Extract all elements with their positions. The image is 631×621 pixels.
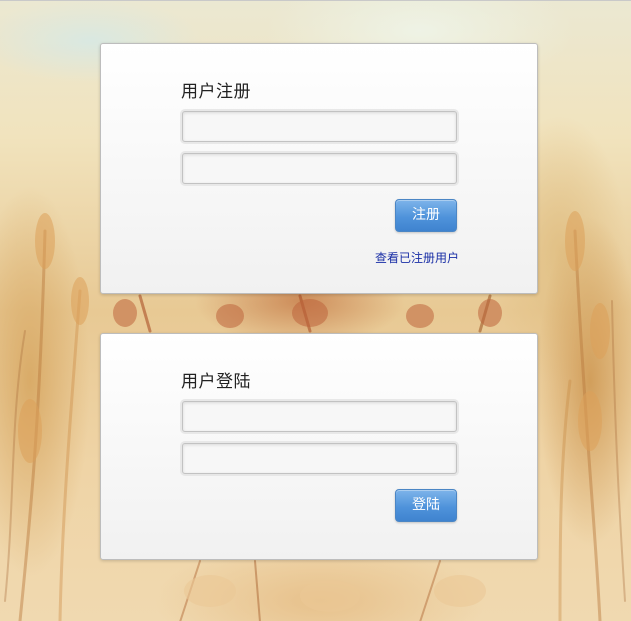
login-panel: 用户登陆 登陆 <box>100 333 538 560</box>
login-password-input[interactable] <box>182 443 457 474</box>
register-username-input[interactable] <box>182 111 457 142</box>
login-button[interactable]: 登陆 <box>395 489 457 522</box>
register-title: 用户注册 <box>181 82 251 102</box>
register-password-input[interactable] <box>182 153 457 184</box>
register-button[interactable]: 注册 <box>395 199 457 232</box>
login-title: 用户登陆 <box>181 372 251 392</box>
view-registered-users-link[interactable]: 查看已注册用户 <box>375 249 459 266</box>
page: 用户注册 注册 查看已注册用户 用户登陆 登陆 <box>0 0 631 621</box>
register-panel: 用户注册 注册 查看已注册用户 <box>100 43 538 294</box>
login-username-input[interactable] <box>182 401 457 432</box>
